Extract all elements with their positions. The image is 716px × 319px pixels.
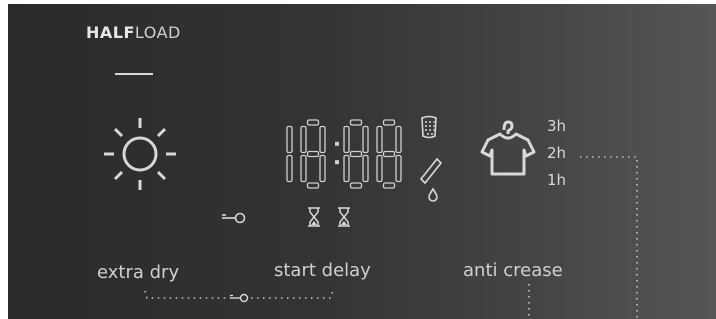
- dotted-guides: [144, 156, 638, 319]
- control-panel: HALFLOAD 3h 2h 1h extra dry start delay …: [8, 4, 716, 319]
- key-lock-icon-small: [230, 293, 249, 303]
